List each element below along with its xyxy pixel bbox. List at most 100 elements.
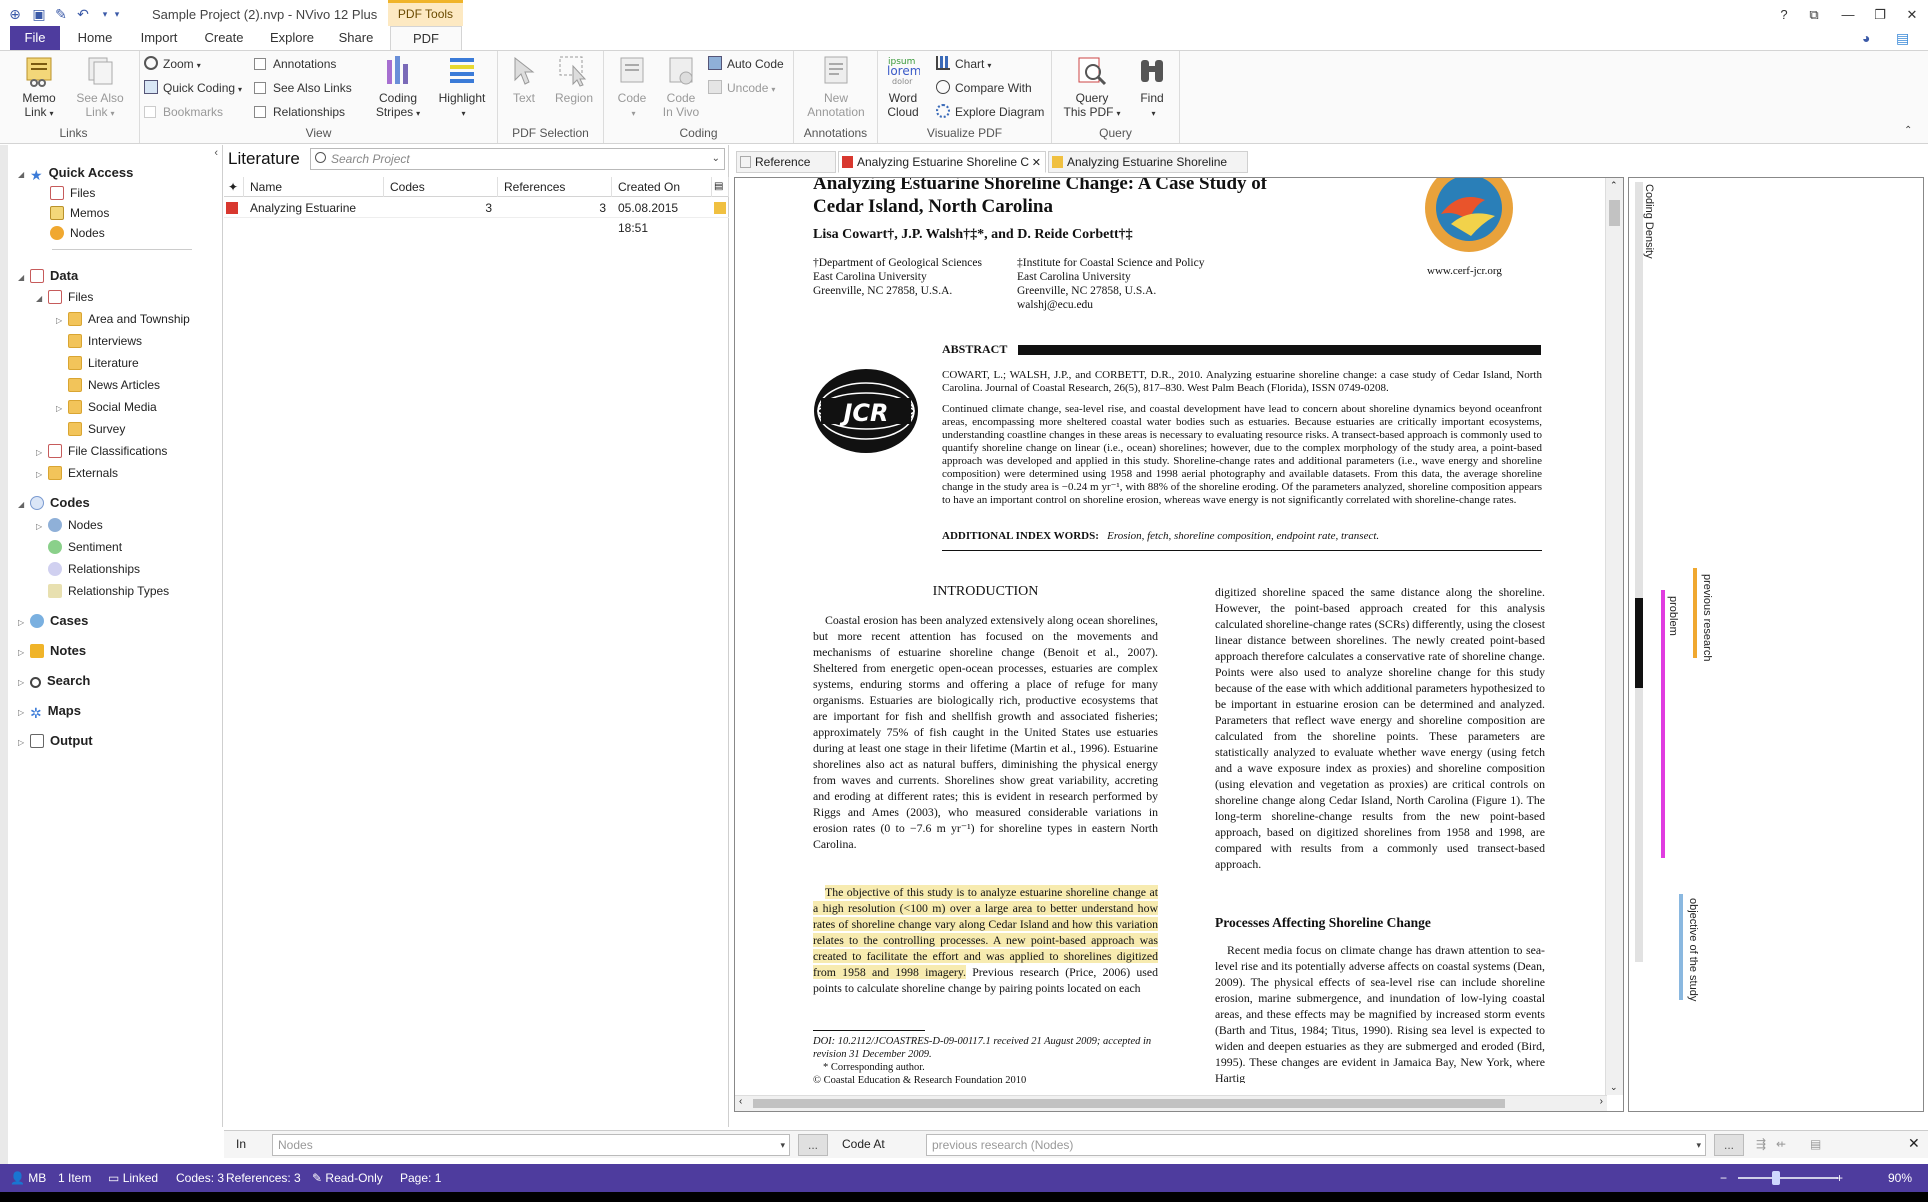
code-at-input[interactable]: previous research (Nodes) ▾ [926,1134,1706,1156]
stripe-label-problem[interactable]: problem [1667,596,1679,636]
new-annotation-button[interactable]: New Annotation [800,54,872,119]
scroll-down-icon[interactable]: ⌄ [1610,1082,1618,1093]
zoom-slider-thumb[interactable] [1772,1171,1780,1185]
nav-maps[interactable]: ▷ ✲ Maps [18,701,81,721]
table-row[interactable]: Analyzing Estuarine 3 3 05.08.2015 18:51 [224,198,729,235]
account-icon[interactable]: ◕ [1862,30,1870,46]
tab-import[interactable]: Import [130,26,188,50]
scroll-left-icon[interactable]: ‹ [739,1096,742,1107]
tab-share[interactable]: Share [330,26,382,50]
edit-icon[interactable]: ✎ [52,5,70,23]
horizontal-scroll-thumb[interactable] [753,1099,1505,1108]
ribbon-display-icon[interactable]: ⧉ [1800,4,1828,26]
nav-quick-access[interactable]: ◢ ★ Quick Access [18,163,133,183]
nav-folder-survey[interactable]: Survey [68,419,125,439]
nav-cases[interactable]: ▷ Cases [18,611,88,631]
compare-with-button[interactable]: Compare With [936,78,1032,98]
browse-in-button[interactable]: ... [798,1134,828,1156]
nav-data[interactable]: ◢ Data [18,266,78,286]
uncode-button[interactable]: Uncode ▾ [708,78,775,98]
in-select[interactable]: Nodes ▾ [272,1134,790,1156]
nav-qa-memos[interactable]: Memos [50,203,109,223]
close-code-bar-icon[interactable]: ✕ [1908,1135,1920,1152]
feedback-icon[interactable]: ▤ [1896,30,1909,47]
query-this-pdf-button[interactable]: Query This PDF ▾ [1060,54,1124,121]
nav-externals[interactable]: ▷ Externals [36,463,118,483]
vertical-scrollbar[interactable]: ⌃ ⌄ [1605,178,1623,1095]
close-button[interactable]: ✕ [1898,4,1926,26]
nav-codes[interactable]: ◢ Codes [18,493,90,513]
search-project-input[interactable]: Search Project ⌄ [310,148,725,170]
find-button[interactable]: Find ▾ [1130,54,1174,121]
nav-output[interactable]: ▷ Output [18,731,93,751]
word-cloud-button[interactable]: ipsum lorem dolor Word Cloud [884,54,922,119]
save-icon[interactable]: ▣ [30,5,48,23]
tab-pdf[interactable]: PDF [390,26,462,50]
tab-file[interactable]: File [10,26,60,50]
chart-button[interactable]: Chart ▾ [936,54,991,74]
memo-link-button[interactable]: Memo Link ▾ [14,54,64,121]
code-in-vivo-button[interactable]: Code In Vivo [656,54,706,119]
nav-search[interactable]: ▷ Search [18,671,90,691]
see-also-link-button[interactable]: See Also Link ▾ [72,54,128,121]
stripe-objective-of-the-study[interactable] [1679,894,1683,1000]
chevron-down-icon[interactable]: ⌄ [712,149,720,169]
nav-code-nodes[interactable]: ▷ Nodes [36,515,103,535]
scroll-right-icon[interactable]: › [1600,1096,1603,1107]
stripe-label-objective[interactable]: objective of the study [1687,898,1699,1001]
zoom-in-button[interactable]: + [1836,1164,1843,1192]
nav-code-sentiment[interactable]: Sentiment [48,537,122,557]
text-select-button[interactable]: Text [502,54,546,105]
help-icon[interactable]: ? [1770,4,1798,26]
quick-coding-button[interactable]: Quick Coding ▾ [144,78,242,98]
coding-density-bar[interactable] [1635,182,1643,962]
see-also-links-toggle[interactable]: See Also Links [254,78,352,98]
zoom-button[interactable]: Zoom ▾ [144,54,201,74]
uncode-icon[interactable]: ⇷ [1776,1137,1786,1151]
doc-tab-analyzing-memo[interactable]: Analyzing Estuarine Shoreline [1048,151,1248,173]
nav-files[interactable]: ◢ Files [36,287,93,307]
nav-qa-files[interactable]: Files [50,183,95,203]
nav-folder-literature[interactable]: Literature [68,353,139,373]
tab-create[interactable]: Create [196,26,252,50]
nav-folder-news-articles[interactable]: News Articles [68,375,160,395]
highlight-button[interactable]: Highlight ▾ [432,54,492,121]
column-codes[interactable]: Codes [384,177,498,197]
nvivo-logo-icon[interactable]: ⊕ [6,5,24,23]
undo-icon[interactable]: ↶ [74,5,92,23]
doc-tab-reference[interactable]: Reference [736,151,836,173]
code-button[interactable]: Code ▾ [610,54,654,121]
nav-folder-area-and-township[interactable]: ▷ Area and Township [56,309,190,329]
settings-icon[interactable]: ▤ [1810,1137,1821,1151]
explore-diagram-button[interactable]: Explore Diagram [936,102,1044,122]
scroll-up-icon[interactable]: ⌃ [1610,180,1618,191]
coding-stripes-button[interactable]: Coding Stripes ▾ [368,54,428,121]
nav-folder-social-media[interactable]: ▷ Social Media [56,397,157,417]
nav-qa-nodes[interactable]: Nodes [50,223,105,243]
horizontal-scrollbar[interactable]: ‹ › [735,1095,1607,1111]
nav-code-relationship-types[interactable]: Relationship Types [48,581,169,601]
nav-file-classifications[interactable]: ▷ File Classifications [36,441,167,461]
restore-button[interactable]: ❐ [1866,4,1894,26]
pdf-viewer[interactable]: Analyzing Estuarine Shoreline Change: A … [734,177,1624,1112]
collapse-nav-icon[interactable]: ‹ [214,147,218,159]
bookmarks-button[interactable]: Bookmarks [144,102,223,122]
nav-code-relationships[interactable]: Relationships [48,559,140,579]
tab-home[interactable]: Home [70,26,120,50]
nav-notes[interactable]: ▷ Notes [18,641,86,661]
region-select-button[interactable]: Region [548,54,600,105]
column-chooser-icon[interactable]: ▤ [712,177,729,197]
minimize-button[interactable]: — [1834,4,1862,26]
column-references[interactable]: References [498,177,612,197]
stripe-label-previous-research[interactable]: previous research [1701,574,1713,661]
column-name[interactable]: Name [244,177,384,197]
close-tab-icon[interactable]: ✕ [1032,153,1041,172]
tab-explore[interactable]: Explore [262,26,322,50]
pin-column-header[interactable]: ✦ [224,177,244,197]
zoom-slider-track[interactable] [1738,1177,1838,1179]
nav-folder-interviews[interactable]: Interviews [68,331,142,351]
doc-tab-analyzing-active[interactable]: Analyzing Estuarine Shoreline C ✕ [838,151,1046,173]
auto-code-button[interactable]: Auto Code [708,54,784,74]
column-created-on[interactable]: Created On [612,177,712,197]
collapse-ribbon-icon[interactable]: ⌃ [1904,125,1912,136]
